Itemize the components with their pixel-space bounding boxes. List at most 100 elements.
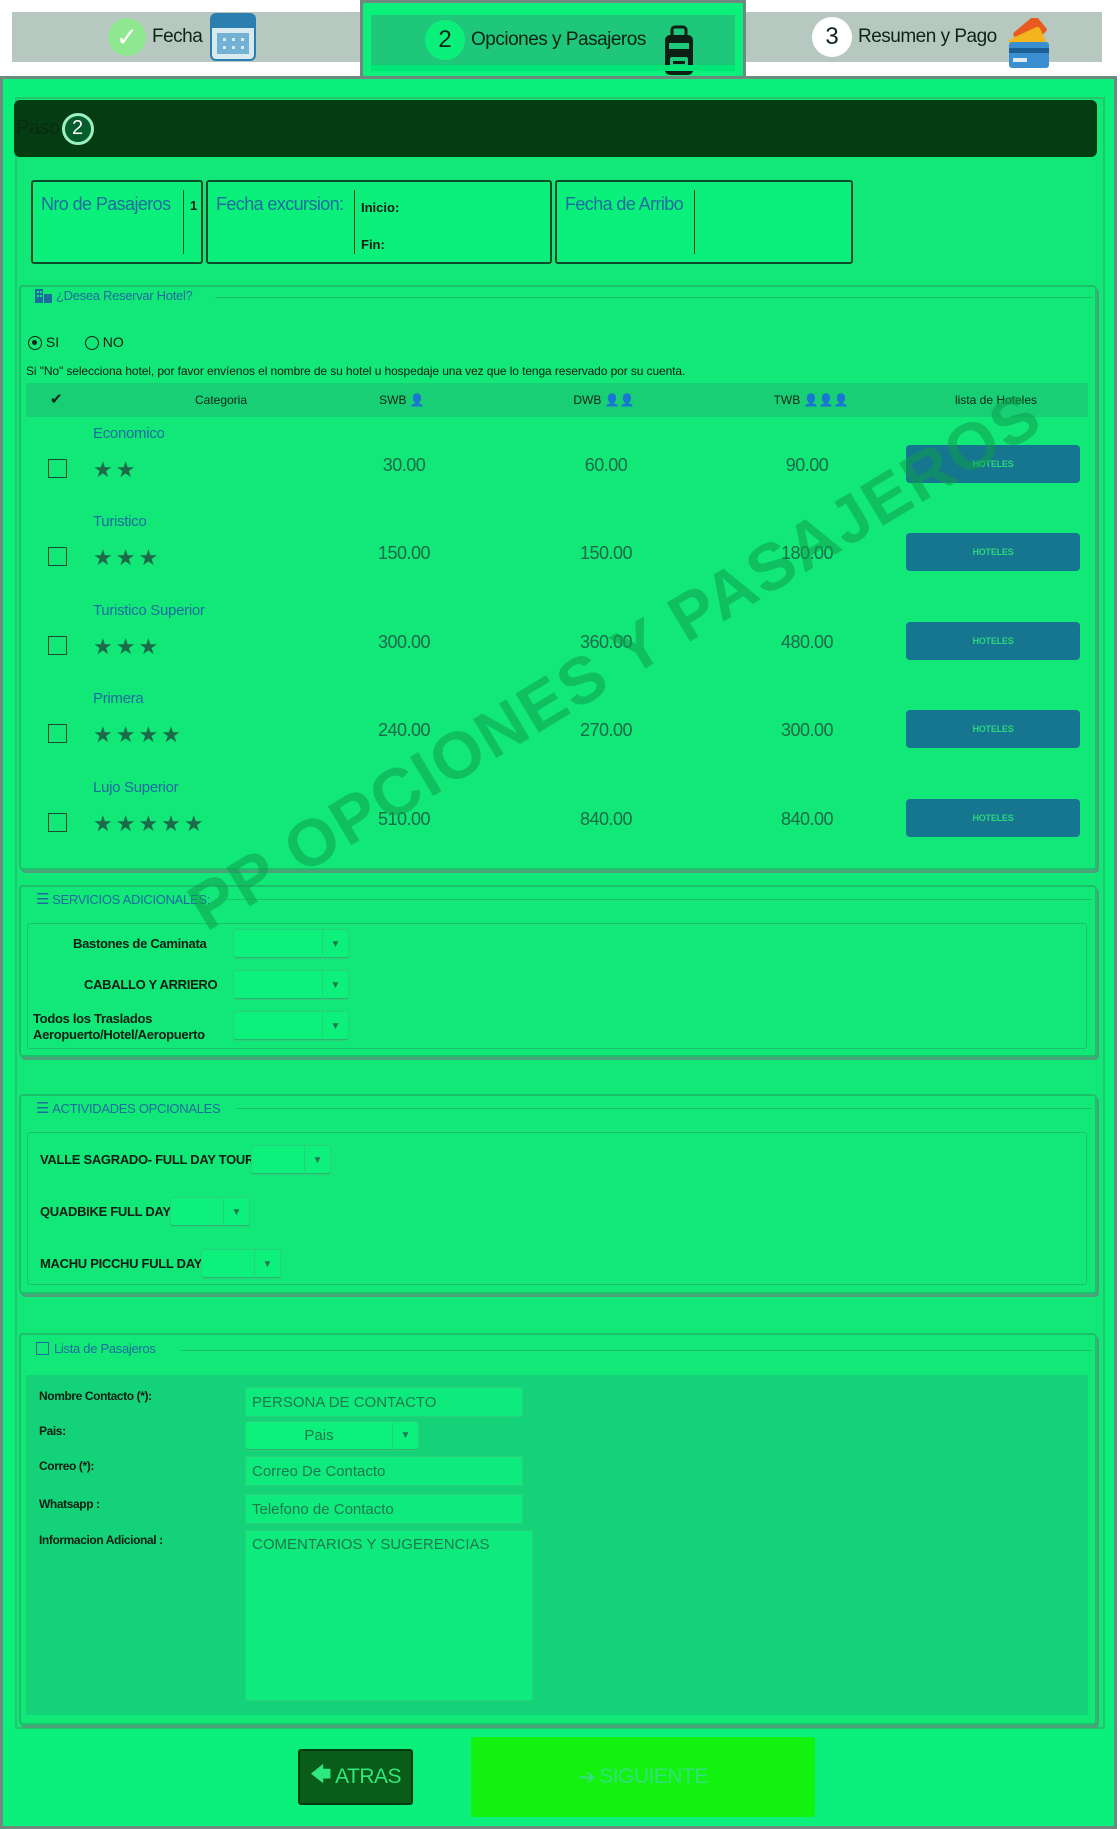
valle-sagrado-label: VALLE SAGRADO- FULL DAY TOUR (40, 1152, 255, 1167)
price-twb: 840.00 (780, 809, 834, 829)
actividades-legend-label: ACTIVIDADES OPCIONALES (52, 1100, 221, 1116)
radio-si[interactable] (28, 336, 42, 351)
row-checkbox[interactable] (48, 636, 67, 655)
persons-icon: 👤👤 (604, 393, 635, 407)
star-rating: ★★ (93, 457, 139, 482)
person-icon: 👤 (409, 393, 425, 407)
fecha-excursion-label: Fecha excursion: (216, 194, 344, 214)
radio-si-label: SI (45, 334, 60, 350)
quadbike-select[interactable]: ▼ (170, 1197, 250, 1227)
info-fecha-excursion: Fecha excursion: Inicio: Fin: (206, 180, 552, 264)
bastones-select[interactable]: ▼ (233, 929, 349, 959)
atras-button[interactable]: 🡄 ATRAS (298, 1749, 413, 1805)
step-opciones-pasajeros[interactable]: 2 Opciones y Pasajeros (360, 0, 746, 80)
contact-card-icon (36, 1342, 49, 1355)
info-fecha-arribo: Fecha de Arribo (555, 180, 853, 264)
step-opciones-label: Opciones y Pasajeros (471, 29, 646, 50)
table-row: Primera ★★★★ 240.00 270.00 300.00 HOTELE… (26, 682, 1088, 770)
row-checkbox[interactable] (48, 813, 67, 832)
machu-picchu-label: MACHU PICCHU FULL DAY (40, 1256, 202, 1271)
pais-label: Pais: (39, 1424, 66, 1438)
chevron-down-icon: ▼ (322, 1012, 348, 1040)
row-checkbox[interactable] (48, 547, 67, 566)
step-number: 2 (425, 20, 465, 60)
price-dwb: 270.00 (579, 720, 633, 740)
correo-label: Correo (*): (39, 1459, 94, 1473)
chevron-down-icon: ▼ (392, 1422, 418, 1450)
price-twb: 300.00 (780, 720, 834, 740)
hoteles-button[interactable]: HOTELES (906, 622, 1080, 660)
hotel-category-name: Primera (93, 690, 144, 707)
hotel-legend: ¿Desea Reservar Hotel? (35, 288, 193, 303)
persons-icon: 👤👤👤 (803, 393, 849, 407)
paso-label: Paso (16, 117, 60, 139)
star-rating: ★★★★ (93, 722, 184, 747)
nombre-contacto-input[interactable] (245, 1387, 523, 1417)
check-icon: ✓ (108, 18, 146, 56)
price-swb: 300.00 (377, 632, 431, 652)
col-lista-hoteles: lista de Hoteles (954, 393, 1038, 407)
price-dwb: 60.00 (584, 455, 628, 475)
machu-picchu-select[interactable]: ▼ (201, 1249, 281, 1279)
table-row: Lujo Superior ★★★★★ 510.00 840.00 840.00… (26, 771, 1088, 859)
hoteles-button[interactable]: HOTELES (906, 445, 1080, 483)
chevron-down-icon: ▼ (254, 1250, 280, 1278)
col-twb: TWB (773, 393, 801, 407)
traslados-select[interactable]: ▼ (233, 1011, 349, 1041)
star-rating: ★★★ (93, 545, 162, 570)
pasajeros-value: 1 (190, 198, 198, 213)
price-twb: 180.00 (780, 543, 834, 563)
chevron-down-icon: ▼ (322, 930, 348, 958)
hoteles-button[interactable]: HOTELES (906, 799, 1080, 837)
hoteles-button[interactable]: HOTELES (906, 710, 1080, 748)
hotel-category-name: Turistico Superior (93, 602, 205, 619)
table-row: Turistico ★★★ 150.00 150.00 180.00 HOTEL… (26, 505, 1088, 593)
info-pasajeros: Nro de Pasajeros 1 (31, 180, 203, 264)
paso-header: Paso 2 (14, 100, 1097, 157)
caballo-label: CABALLO Y ARRIERO (84, 977, 218, 992)
list-icon: ☰ (36, 1100, 50, 1117)
credit-card-icon (1008, 18, 1049, 68)
traslados-label-line1: Todos los Traslados (33, 1011, 153, 1026)
inicio-label: Inicio: (361, 200, 400, 215)
radio-no-label: NO (102, 334, 124, 350)
radio-no[interactable] (84, 336, 99, 351)
star-rating: ★★★ (93, 634, 162, 659)
table-row: Economico ★★ 30.00 60.00 90.00 HOTELES (26, 417, 1088, 505)
correo-input[interactable] (245, 1456, 523, 1486)
row-checkbox[interactable] (48, 459, 67, 478)
caballo-select[interactable]: ▼ (233, 970, 349, 1000)
hotel-note: Si "No" selecciona hotel, por favor enví… (26, 364, 686, 378)
row-checkbox[interactable] (48, 724, 67, 743)
step-fecha[interactable]: ✓ Fecha (12, 12, 360, 62)
traslados-label-line2: Aeropuerto/Hotel/Aeropuerto (33, 1027, 205, 1042)
hotel-category-name: Turistico (93, 513, 147, 530)
valle-sagrado-select[interactable]: ▼ (251, 1145, 331, 1175)
pasajeros-legend-label: Lista de Pasajeros (54, 1341, 156, 1356)
pasajeros-label: Nro de Pasajeros (41, 194, 171, 214)
price-dwb: 360.00 (579, 632, 633, 652)
hotel-category-name: Economico (93, 425, 165, 442)
price-swb: 510.00 (377, 809, 431, 829)
price-swb: 240.00 (377, 720, 431, 740)
step-resumen-pago[interactable]: 3 Resumen y Pago (746, 12, 1102, 68)
info-adicional-textarea[interactable] (245, 1530, 533, 1701)
whatsapp-label: Whatsapp : (39, 1497, 100, 1511)
servicios-legend: ☰ SERVICIOS ADICIONALES: (36, 890, 210, 908)
whatsapp-input[interactable] (245, 1494, 523, 1524)
step-resumen-label: Resumen y Pago (858, 26, 997, 47)
hoteles-button[interactable]: HOTELES (906, 533, 1080, 571)
chevron-down-icon: ▼ (322, 971, 348, 999)
info-adicional-label: Informacion Adicional : (39, 1533, 163, 1547)
hotel-category-name: Lujo Superior (93, 779, 179, 796)
siguiente-button[interactable]: ➔ SIGUIENTE (471, 1737, 815, 1817)
chevron-down-icon: ▼ (223, 1198, 249, 1226)
calendar-icon (210, 13, 257, 61)
nombre-label: Nombre Contacto (*): (39, 1389, 152, 1403)
star-rating: ★★★★★ (93, 811, 207, 836)
col-swb: SWB (379, 393, 407, 407)
price-dwb: 840.00 (579, 809, 633, 829)
price-swb: 150.00 (377, 543, 431, 563)
pais-select[interactable]: Pais ▼ (245, 1421, 419, 1451)
price-dwb: 150.00 (579, 543, 633, 563)
